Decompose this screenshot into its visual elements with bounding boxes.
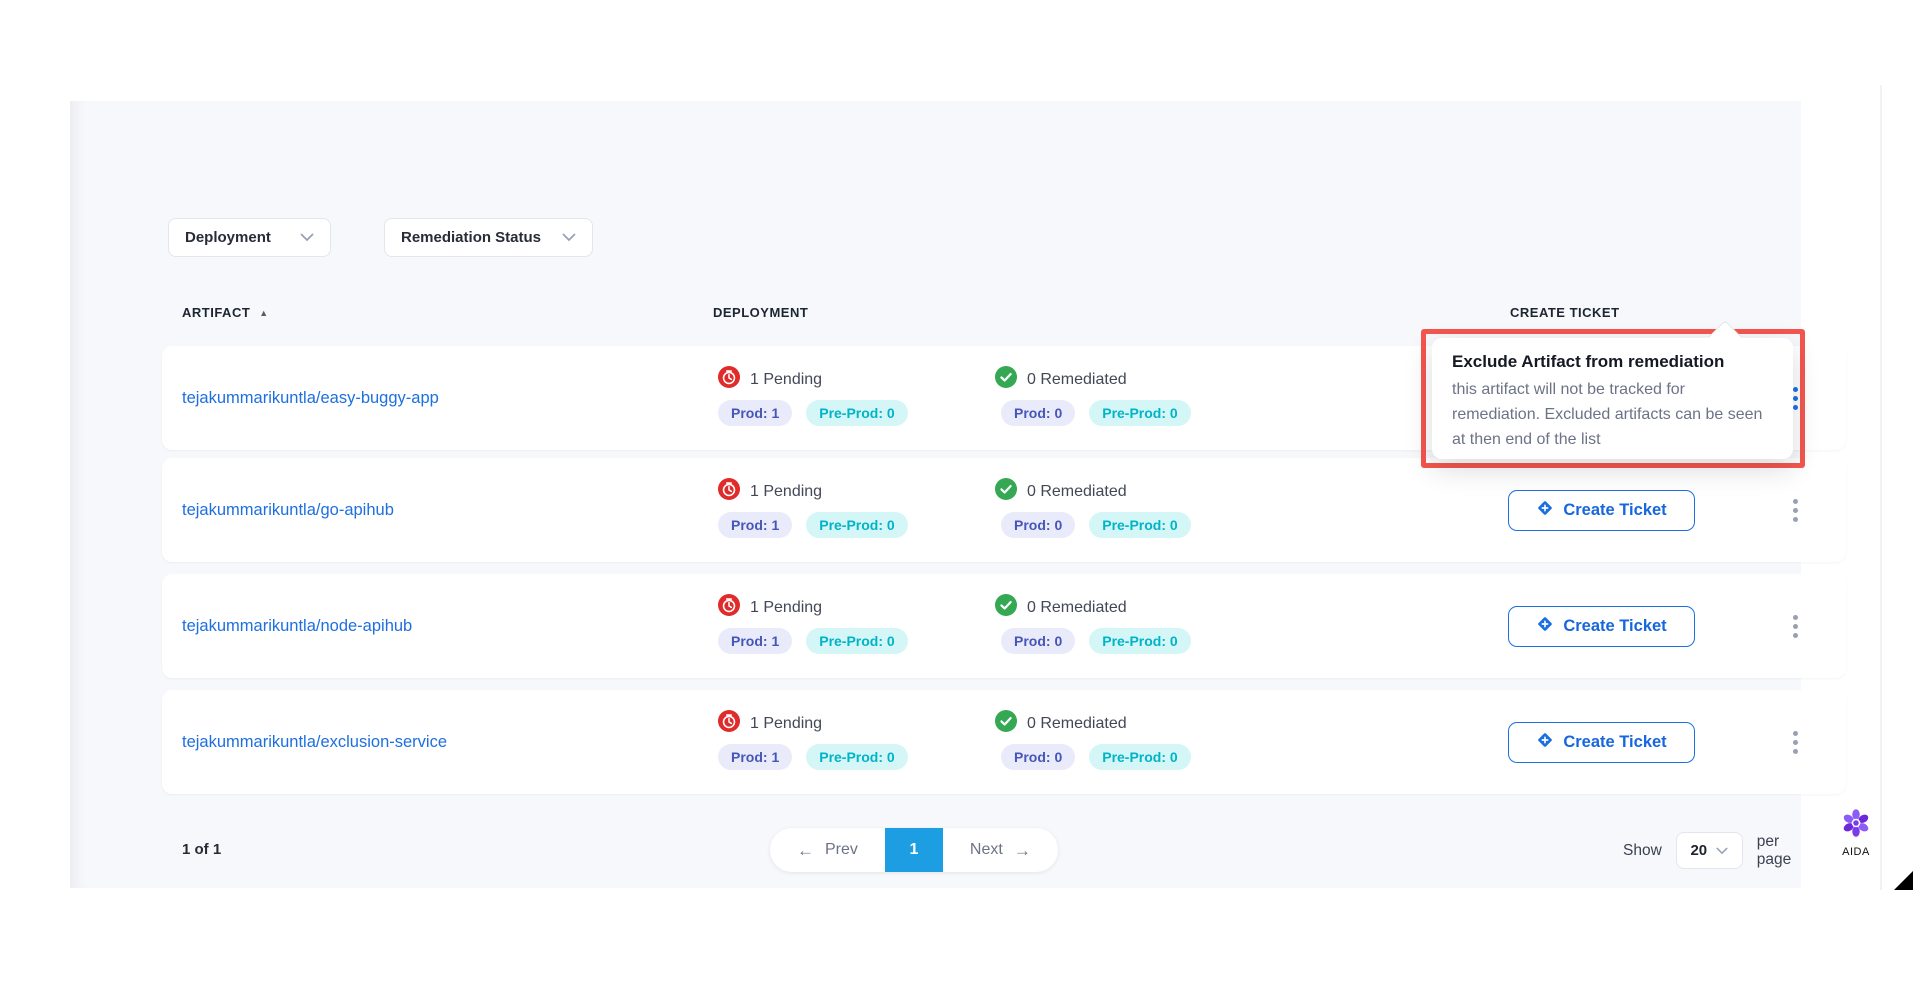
pending-label: 1 Pending bbox=[750, 483, 822, 501]
remediated-status: 0 Remediated bbox=[995, 710, 1127, 737]
prod-count-badge: Prod: 1 bbox=[718, 744, 792, 770]
arrow-left-icon: ← bbox=[797, 842, 814, 859]
next-page-label: Next bbox=[970, 841, 1003, 859]
prod-count-badge: Prod: 0 bbox=[1001, 744, 1075, 770]
per-page-label: per page bbox=[1757, 833, 1801, 869]
tooltip-body: this artifact will not be tracked for re… bbox=[1452, 377, 1773, 452]
remediation-status-filter-label: Remediation Status bbox=[401, 229, 541, 246]
ticket-diamond-icon bbox=[1536, 499, 1554, 522]
remediated-status: 0 Remediated bbox=[995, 478, 1127, 505]
pending-label: 1 Pending bbox=[750, 715, 822, 733]
aida-assistant-button[interactable]: AIDA bbox=[1832, 808, 1880, 858]
remediated-status: 0 Remediated bbox=[995, 594, 1127, 621]
column-header-create-ticket-label: CREATE TICKET bbox=[1510, 305, 1620, 320]
corner-resize-handle-icon bbox=[1894, 871, 1913, 890]
create-ticket-button[interactable]: Create Ticket bbox=[1508, 490, 1695, 531]
prod-count-badge: Prod: 0 bbox=[1001, 400, 1075, 426]
pending-status: 1 Pending bbox=[718, 594, 822, 621]
exclude-artifact-tooltip: Exclude Artifact from remediation this a… bbox=[1432, 338, 1793, 459]
table-row: tejakummarikuntla/go-apihub 1 Pending Pr… bbox=[162, 458, 1846, 562]
ticket-diamond-icon bbox=[1536, 731, 1554, 754]
create-ticket-button[interactable]: Create Ticket bbox=[1508, 606, 1695, 647]
artifact-link[interactable]: tejakummarikuntla/node-apihub bbox=[182, 574, 412, 678]
prod-count-badge: Prod: 0 bbox=[1001, 628, 1075, 654]
page-size-dropdown[interactable]: 20 bbox=[1676, 832, 1743, 869]
pagination-control: ← Prev 1 Next → bbox=[770, 828, 1058, 872]
chevron-down-icon bbox=[300, 229, 314, 246]
prev-page-label: Prev bbox=[825, 841, 858, 859]
page-size-control: Show 20 per page bbox=[1623, 832, 1801, 869]
chevron-down-icon bbox=[562, 229, 576, 246]
column-header-deployment-label: DEPLOYMENT bbox=[713, 305, 808, 320]
pending-status: 1 Pending bbox=[718, 710, 822, 737]
preprod-count-badge: Pre-Prod: 0 bbox=[806, 512, 907, 538]
pending-clock-icon bbox=[718, 710, 740, 737]
create-ticket-label: Create Ticket bbox=[1563, 733, 1666, 752]
remediated-label: 0 Remediated bbox=[1027, 483, 1127, 501]
arrow-right-icon: → bbox=[1014, 842, 1031, 859]
remediated-label: 0 Remediated bbox=[1027, 371, 1127, 389]
tooltip-title: Exclude Artifact from remediation bbox=[1452, 352, 1773, 372]
create-ticket-label: Create Ticket bbox=[1563, 617, 1666, 636]
artifact-link[interactable]: tejakummarikuntla/exclusion-service bbox=[182, 690, 447, 794]
aida-logo-icon bbox=[1841, 825, 1871, 842]
create-ticket-label: Create Ticket bbox=[1563, 501, 1666, 520]
column-header-artifact[interactable]: ARTIFACT ▲ bbox=[182, 305, 269, 320]
artifact-link[interactable]: tejakummarikuntla/go-apihub bbox=[182, 458, 394, 562]
next-page-button[interactable]: Next → bbox=[943, 828, 1058, 872]
prev-page-button[interactable]: ← Prev bbox=[770, 828, 885, 872]
remediated-status: 0 Remediated bbox=[995, 366, 1127, 393]
row-overflow-menu-button[interactable] bbox=[1780, 458, 1810, 562]
pending-label: 1 Pending bbox=[750, 599, 822, 617]
column-header-create-ticket: CREATE TICKET bbox=[1510, 305, 1620, 320]
row-overflow-menu-button[interactable] bbox=[1780, 690, 1810, 794]
prod-count-badge: Prod: 1 bbox=[718, 400, 792, 426]
content-panel: Deployment Remediation Status ARTIFACT ▲… bbox=[70, 101, 1801, 888]
scrollbar-track[interactable] bbox=[1880, 85, 1882, 890]
remediation-status-filter-dropdown[interactable]: Remediation Status bbox=[384, 218, 593, 257]
remediated-check-icon bbox=[995, 478, 1017, 505]
preprod-count-badge: Pre-Prod: 0 bbox=[806, 400, 907, 426]
show-label: Show bbox=[1623, 842, 1662, 860]
active-page-button[interactable]: 1 bbox=[885, 828, 943, 872]
column-header-deployment: DEPLOYMENT bbox=[713, 305, 808, 320]
pending-status: 1 Pending bbox=[718, 478, 822, 505]
table-row: tejakummarikuntla/exclusion-service 1 Pe… bbox=[162, 690, 1846, 794]
preprod-count-badge: Pre-Prod: 0 bbox=[1089, 744, 1190, 770]
page: Deployment Remediation Status ARTIFACT ▲… bbox=[0, 0, 1913, 985]
chevron-down-icon bbox=[1716, 842, 1728, 859]
sort-ascending-icon: ▲ bbox=[259, 308, 268, 318]
ticket-diamond-icon bbox=[1536, 615, 1554, 638]
remediated-label: 0 Remediated bbox=[1027, 715, 1127, 733]
remediated-check-icon bbox=[995, 594, 1017, 621]
pending-clock-icon bbox=[718, 594, 740, 621]
preprod-count-badge: Pre-Prod: 0 bbox=[806, 744, 907, 770]
prod-count-badge: Prod: 1 bbox=[718, 628, 792, 654]
row-overflow-menu-button[interactable] bbox=[1780, 574, 1810, 678]
preprod-count-badge: Pre-Prod: 0 bbox=[806, 628, 907, 654]
create-ticket-button[interactable]: Create Ticket bbox=[1508, 722, 1695, 763]
aida-logo-label: AIDA bbox=[1832, 846, 1880, 858]
preprod-count-badge: Pre-Prod: 0 bbox=[1089, 628, 1190, 654]
page-count-info: 1 of 1 bbox=[182, 841, 221, 858]
deployment-filter-label: Deployment bbox=[185, 229, 271, 246]
column-header-artifact-label: ARTIFACT bbox=[182, 305, 250, 320]
preprod-count-badge: Pre-Prod: 0 bbox=[1089, 400, 1190, 426]
pending-clock-icon bbox=[718, 366, 740, 393]
pending-label: 1 Pending bbox=[750, 371, 822, 389]
artifact-link[interactable]: tejakummarikuntla/easy-buggy-app bbox=[182, 346, 439, 450]
remediated-check-icon bbox=[995, 710, 1017, 737]
prod-count-badge: Prod: 0 bbox=[1001, 512, 1075, 538]
table-row: tejakummarikuntla/node-apihub 1 Pending … bbox=[162, 574, 1846, 678]
pending-clock-icon bbox=[718, 478, 740, 505]
pending-status: 1 Pending bbox=[718, 366, 822, 393]
prod-count-badge: Prod: 1 bbox=[718, 512, 792, 538]
deployment-filter-dropdown[interactable]: Deployment bbox=[168, 218, 331, 257]
page-size-value: 20 bbox=[1690, 842, 1707, 859]
preprod-count-badge: Pre-Prod: 0 bbox=[1089, 512, 1190, 538]
remediated-check-icon bbox=[995, 366, 1017, 393]
remediated-label: 0 Remediated bbox=[1027, 599, 1127, 617]
